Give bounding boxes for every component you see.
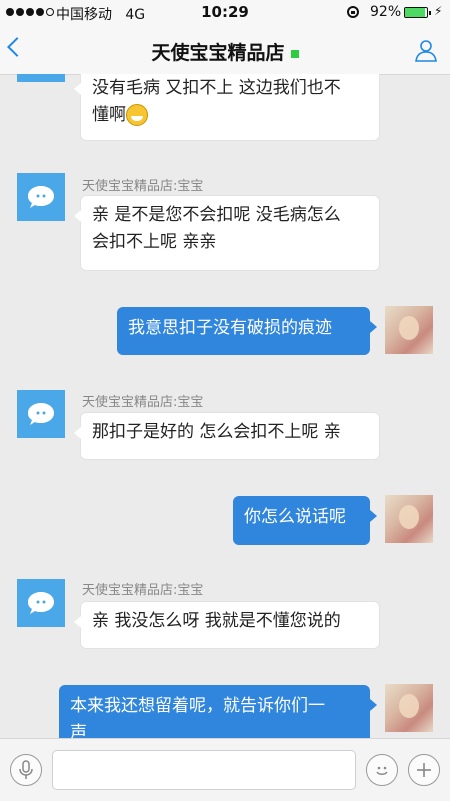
sender-name: 天使宝宝精品店:宝宝 [82, 395, 204, 410]
more-button[interactable] [408, 754, 440, 786]
input-bar [0, 738, 450, 801]
voice-button[interactable] [10, 754, 42, 786]
message-bubble-incoming[interactable]: 那扣子是好的 怎么会扣不上呢 亲 [74, 412, 380, 460]
user-avatar[interactable] [385, 684, 433, 732]
message-text: 那扣子是好的 怎么会扣不上呢 亲 [92, 422, 341, 442]
chat-bubble-icon [28, 592, 54, 614]
shop-name: 天使宝宝精品店 [151, 42, 285, 64]
message-text: 懂啊 [92, 102, 368, 129]
message-text: 我意思扣子没有破损的痕迹 [128, 318, 332, 338]
user-avatar[interactable] [385, 306, 433, 354]
status-bar: 中国移动 4G 10:29 92% ⚡ [0, 0, 450, 26]
shop-avatar[interactable] [17, 173, 65, 221]
message-text: 亲 是不是您不会扣呢 没毛病怎么 [92, 205, 341, 225]
message-text: 亲 我没怎么呀 我就是不懂您说的 [92, 611, 341, 631]
chat-title: 天使宝宝精品店 [0, 38, 450, 65]
battery-icon [404, 7, 431, 18]
message-input[interactable] [52, 750, 356, 790]
shop-avatar[interactable] [17, 390, 65, 438]
message-text: 声 [70, 723, 87, 738]
message-bubble-incoming[interactable]: 亲 是不是您不会扣呢 没毛病怎么 会扣不上呢 亲亲 [74, 195, 380, 271]
message-list[interactable]: 没有毛病 又扣不上 这边我们也不 懂啊 天使宝宝精品店:宝宝 亲 是不是您不会扣… [0, 74, 450, 738]
emoji-button[interactable] [366, 754, 398, 786]
shop-avatar[interactable] [17, 579, 65, 627]
plus-icon [417, 763, 431, 777]
message-bubble-incoming[interactable]: 亲 我没怎么呀 我就是不懂您说的 [74, 601, 380, 649]
online-status-icon [290, 49, 299, 58]
smiley-icon [376, 766, 388, 775]
charging-icon: ⚡ [434, 4, 443, 18]
message-bubble-incoming[interactable]: 没有毛病 又扣不上 这边我们也不 懂啊 [74, 74, 380, 141]
message-bubble-outgoing[interactable]: 你怎么说话呢 [233, 496, 377, 545]
message-text: 没有毛病 又扣不上 这边我们也不 [92, 78, 341, 98]
sender-name: 天使宝宝精品店:宝宝 [82, 583, 204, 598]
user-avatar[interactable] [385, 495, 433, 543]
profile-icon[interactable] [414, 38, 438, 62]
message-text: 会扣不上呢 亲亲 [92, 232, 217, 252]
rotation-lock-icon [347, 6, 359, 18]
sender-name: 天使宝宝精品店:宝宝 [82, 179, 204, 194]
nav-bar: 天使宝宝精品店 [0, 26, 450, 75]
message-bubble-outgoing[interactable]: 本来我还想留着呢，就告诉你们一 声 [59, 685, 377, 738]
message-text: 你怎么说话呢 [244, 507, 346, 527]
message-text: 本来我还想留着呢，就告诉你们一 [70, 696, 325, 716]
chat-bubble-icon [28, 186, 54, 208]
message-bubble-outgoing[interactable]: 我意思扣子没有破损的痕迹 [117, 307, 377, 355]
battery-percent: 92% [370, 4, 402, 20]
microphone-icon [19, 760, 33, 779]
chat-bubble-icon [28, 403, 54, 425]
grinning-sweat-emoji-icon [126, 104, 148, 126]
shop-avatar[interactable] [17, 74, 65, 82]
